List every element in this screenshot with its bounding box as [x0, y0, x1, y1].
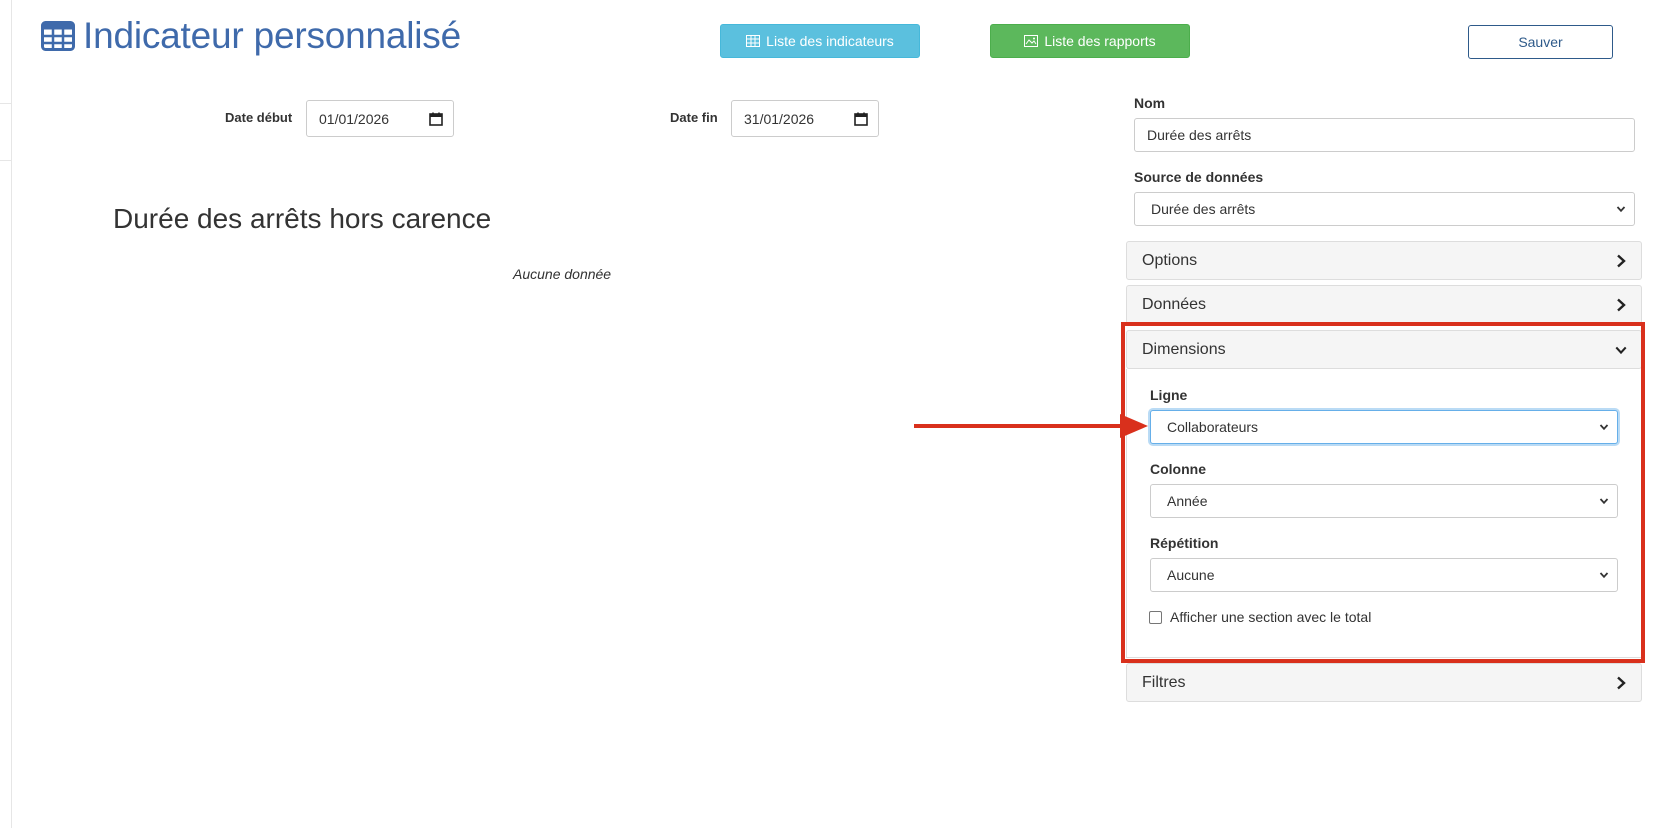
date-debut-input[interactable]: 01/01/2026 [306, 100, 454, 137]
date-fin-label: Date fin [670, 110, 718, 125]
page-title-text: Indicateur personnalisé [83, 15, 461, 56]
chevron-right-icon [1617, 298, 1626, 311]
save-button[interactable]: Sauver [1468, 25, 1613, 59]
panel-filtres[interactable]: Filtres [1126, 663, 1642, 702]
liste-indicateurs-label: Liste des indicateurs [766, 33, 894, 49]
chart-title: Durée des arrêts hors carence [113, 203, 492, 234]
chevron-right-icon [1617, 676, 1626, 689]
source-select[interactable]: Durée des arrêts [1134, 192, 1635, 226]
calendar-icon[interactable] [854, 112, 868, 126]
empty-state-text: Aucune donnée [513, 266, 612, 282]
source-label: Source de données [1134, 169, 1264, 185]
panel-filtres-label: Filtres [1142, 673, 1186, 691]
table-icon [746, 35, 761, 47]
annotation-highlight-box [1121, 322, 1645, 663]
arrow-right-icon [914, 414, 1148, 438]
nom-label: Nom [1134, 95, 1166, 111]
liste-rapports-label: Liste des rapports [1044, 33, 1156, 49]
date-debut-value: 01/01/2026 [319, 110, 390, 127]
panel-options-label: Options [1142, 251, 1198, 269]
liste-rapports-button[interactable]: Liste des rapports [990, 24, 1190, 58]
calendar-icon[interactable] [429, 112, 443, 126]
panel-donnees-label: Données [1142, 295, 1207, 313]
chevron-down-icon [1616, 206, 1626, 213]
left-rail [0, 0, 12, 828]
panel-options[interactable]: Options [1126, 241, 1642, 280]
image-icon [1024, 35, 1039, 47]
page-title: Indicateur personnalisé [41, 14, 461, 58]
rail-divider [0, 103, 12, 104]
date-fin-value: 31/01/2026 [744, 110, 815, 127]
nom-input[interactable]: Durée des arrêts [1134, 118, 1635, 152]
panel-donnees[interactable]: Données [1126, 285, 1642, 324]
source-value: Durée des arrêts [1151, 201, 1256, 217]
liste-indicateurs-button[interactable]: Liste des indicateurs [720, 24, 920, 58]
rail-divider [0, 160, 12, 161]
date-debut-label: Date début [225, 110, 293, 125]
date-fin-input[interactable]: 31/01/2026 [731, 100, 879, 137]
table-icon [41, 21, 75, 51]
nom-value: Durée des arrêts [1147, 127, 1252, 143]
chevron-right-icon [1617, 254, 1626, 267]
